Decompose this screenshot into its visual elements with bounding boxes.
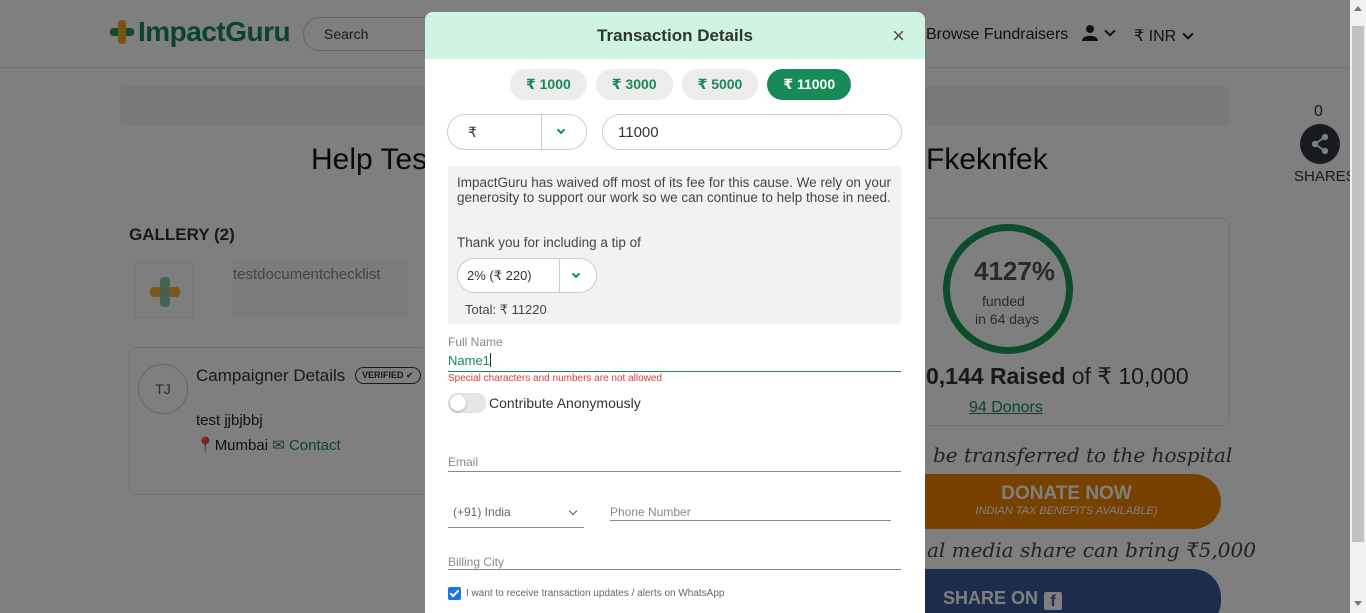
- text-caret: [489, 353, 491, 367]
- chevron-down-icon: [556, 125, 566, 135]
- country-code-value: (+91) India: [453, 505, 511, 519]
- transaction-details-modal: Transaction Details × ₹ 1000 ₹ 3000 ₹ 50…: [425, 12, 925, 613]
- email-field[interactable]: Email: [448, 455, 901, 472]
- page-scrollbar[interactable]: [1350, 0, 1366, 613]
- close-icon[interactable]: ×: [892, 23, 905, 49]
- country-code-select[interactable]: (+91) India: [448, 505, 584, 528]
- name-error: Special characters and numbers are not a…: [448, 373, 663, 384]
- amount-options: ₹ 1000 ₹ 3000 ₹ 5000 ₹ 11000: [510, 69, 852, 100]
- full-name-label: Full Name: [448, 335, 503, 349]
- toggle-knob: [450, 395, 466, 411]
- amount-option-3000[interactable]: ₹ 3000: [595, 69, 673, 100]
- tip-value: 2% (₹ 220): [467, 268, 532, 283]
- tip-select[interactable]: 2% (₹ 220): [457, 258, 597, 293]
- amount-input[interactable]: 11000: [602, 114, 902, 150]
- amount-option-1000[interactable]: ₹ 1000: [510, 69, 587, 100]
- scrollbar-thumb[interactable]: [1352, 26, 1364, 542]
- tip-total: Total: ₹ 11220: [465, 302, 547, 317]
- amount-option-11000[interactable]: ₹ 11000: [767, 69, 852, 100]
- scroll-up-arrow-icon[interactable]: [1354, 6, 1362, 11]
- scroll-down-arrow-icon[interactable]: [1354, 601, 1362, 606]
- phone-number-field[interactable]: Phone Number: [610, 505, 891, 521]
- anonymous-label: Contribute Anonymously: [489, 395, 641, 411]
- select-divider: [541, 115, 542, 149]
- whatsapp-label: I want to receive transaction updates / …: [466, 588, 725, 599]
- tip-message: ImpactGuru has waived off most of its fe…: [457, 175, 891, 205]
- chevron-down-icon: [568, 506, 578, 516]
- amount-option-5000[interactable]: ₹ 5000: [681, 69, 759, 100]
- tip-box: ImpactGuru has waived off most of its fe…: [448, 166, 901, 324]
- full-name-value: Name1: [448, 353, 490, 368]
- anonymous-toggle[interactable]: [448, 393, 486, 413]
- whatsapp-optin[interactable]: I want to receive transaction updates / …: [448, 587, 724, 600]
- modal-header: Transaction Details ×: [425, 12, 925, 59]
- select-divider: [559, 259, 560, 292]
- currency-symbol: ₹: [468, 124, 477, 140]
- full-name-input[interactable]: Name1: [448, 350, 901, 372]
- modal-title: Transaction Details: [597, 26, 753, 45]
- billing-city-field[interactable]: Billing City: [448, 555, 901, 570]
- tip-thanks: Thank you for including a tip of: [457, 235, 641, 250]
- whatsapp-checkbox[interactable]: [448, 587, 461, 600]
- currency-select[interactable]: ₹: [447, 114, 587, 150]
- chevron-down-icon: [571, 269, 581, 279]
